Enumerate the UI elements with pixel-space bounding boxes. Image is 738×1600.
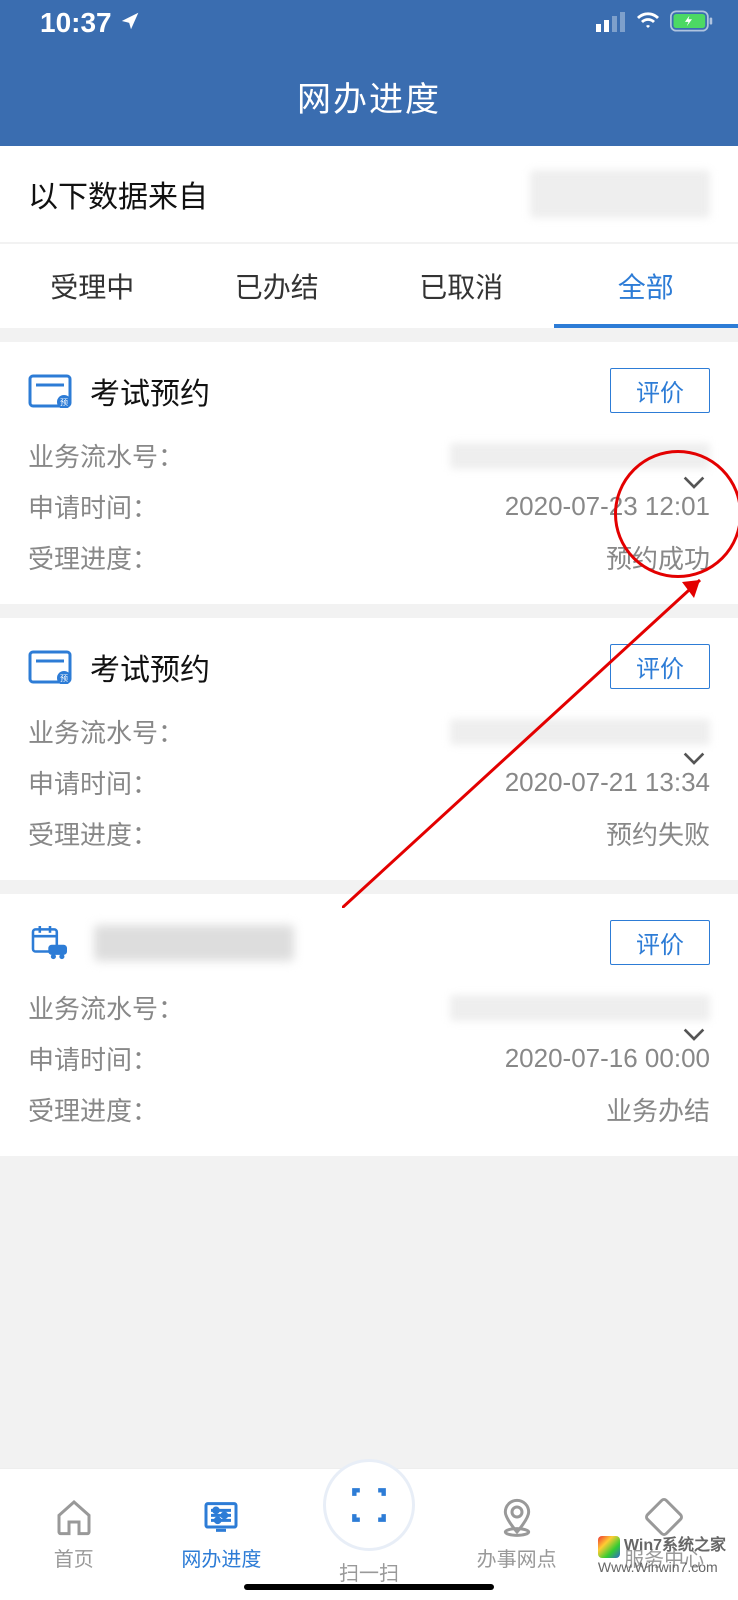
wifi-icon [636,7,660,39]
serial-value-blurred [450,719,710,745]
data-source-value-blurred [530,170,710,218]
serial-label: 业务流水号： [28,437,184,474]
status-time-group: 10:37 [40,7,142,39]
card-header: 预 考试预约 评价 [28,644,710,689]
form-icon: 预 [28,650,72,684]
nav-label: 网办进度 [181,1543,261,1572]
serial-label: 业务流水号： [28,713,184,750]
nav-label: 扫一扫 [339,1557,399,1586]
progress-value: 预约失败 [606,815,710,852]
nav-label: 首页 [54,1543,94,1572]
page-header: 网办进度 [0,46,738,146]
form-icon: 预 [28,374,72,408]
rate-button[interactable]: 评价 [610,368,710,413]
expand-chevron[interactable] [678,742,710,779]
progress-label: 受理进度： [28,1091,158,1128]
serial-label: 业务流水号： [28,989,184,1026]
battery-icon [670,7,714,39]
expand-chevron[interactable] [678,1018,710,1055]
data-source-bar: 以下数据来自 [0,146,738,242]
data-source-label: 以下数据来自 [28,172,208,216]
calendar-car-icon [28,926,72,960]
filter-tabs: 受理中 已办结 已取消 全部 [0,242,738,328]
rate-button[interactable]: 评价 [610,920,710,965]
apply-time-row: 申请时间： 2020-07-23 12:01 [28,488,710,525]
tab-label: 受理中 [50,272,134,303]
serial-value-blurred [450,443,710,469]
nav-scan[interactable]: 扫一扫 [295,1483,443,1586]
tab-processing[interactable]: 受理中 [0,244,185,328]
tab-label: 已办结 [235,272,319,303]
watermark-logo-icon [598,1536,620,1558]
status-bar: 10:37 [0,0,738,46]
nav-progress[interactable]: 网办进度 [148,1497,296,1572]
apply-time-row: 申请时间： 2020-07-16 00:00 [28,1040,710,1077]
tab-label: 已取消 [419,272,503,303]
card-title-blurred [94,925,294,961]
serial-row: 业务流水号： [28,437,710,474]
svg-text:预: 预 [60,397,68,407]
progress-row: 受理进度： 预约失败 [28,815,710,852]
card-title: 考试预约 [90,645,210,689]
tab-cancelled[interactable]: 已取消 [369,244,554,328]
watermark-line2: Www.Winwin7.com [598,1558,726,1576]
serial-value-blurred [450,995,710,1021]
home-indicator [244,1584,494,1590]
scan-icon [323,1459,415,1551]
apply-label: 申请时间： [28,1040,158,1077]
apply-label: 申请时间： [28,488,158,525]
record-card: 预 考试预约 评价 业务流水号： 申请时间： 2020-07-23 12:01 … [0,342,738,604]
progress-value: 业务办结 [606,1091,710,1128]
nav-location[interactable]: 办事网点 [443,1497,591,1572]
progress-row: 受理进度： 预约成功 [28,539,710,576]
record-card: 预 考试预约 评价 业务流水号： 申请时间： 2020-07-21 13:34 … [0,618,738,880]
apply-label: 申请时间： [28,764,158,801]
serial-row: 业务流水号： [28,989,710,1026]
rate-button[interactable]: 评价 [610,644,710,689]
nav-label: 办事网点 [477,1543,557,1572]
watermark: Win7系统之家 Www.Winwin7.com [598,1536,726,1576]
card-title: 考试预约 [90,369,210,413]
status-icons [596,7,714,39]
signal-icon [596,7,626,39]
card-header: 预 考试预约 评价 [28,368,710,413]
tab-all[interactable]: 全部 [554,244,738,328]
nav-home[interactable]: 首页 [0,1497,148,1572]
bottom-nav: 首页 网办进度 扫一扫 办事网点 服务中心 [0,1468,738,1600]
page-title: 网办进度 [297,72,441,121]
expand-chevron[interactable] [678,466,710,503]
card-header: 评价 [28,920,710,965]
progress-row: 受理进度： 业务办结 [28,1091,710,1128]
serial-row: 业务流水号： [28,713,710,750]
location-arrow-icon [120,7,142,39]
apply-time-row: 申请时间： 2020-07-21 13:34 [28,764,710,801]
record-card: 评价 业务流水号： 申请时间： 2020-07-16 00:00 受理进度： 业… [0,894,738,1156]
tab-label: 全部 [618,272,674,303]
status-time: 10:37 [40,7,112,39]
watermark-line1: Win7系统之家 [624,1536,726,1557]
progress-label: 受理进度： [28,539,158,576]
progress-value: 预约成功 [606,539,710,576]
tab-completed[interactable]: 已办结 [185,244,370,328]
svg-text:预: 预 [60,673,68,683]
progress-label: 受理进度： [28,815,158,852]
